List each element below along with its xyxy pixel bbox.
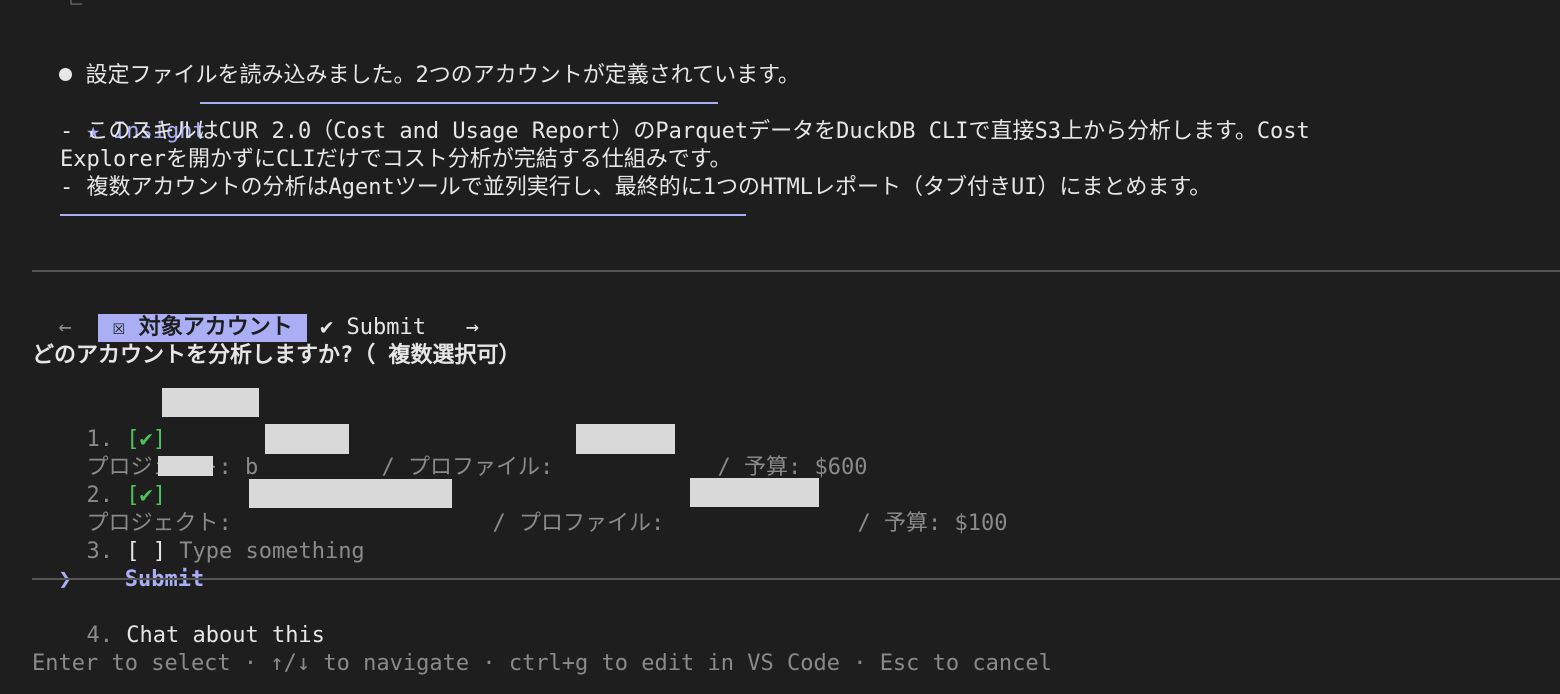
option-3-input[interactable]: Type something <box>179 539 364 564</box>
option-1-profile-redacted <box>576 424 675 454</box>
option-2-budget-value: $100 <box>954 511 1008 536</box>
option-3[interactable]: 3. [ ] Type something <box>60 510 365 564</box>
tab-target-accounts[interactable]: ☒ 対象アカウント <box>98 314 307 342</box>
previous-output-fragment: ⎿ <box>60 0 281 10</box>
chat-option-label[interactable]: Chat about this <box>126 623 325 648</box>
tab-next-arrow-icon[interactable]: → <box>466 315 479 340</box>
question-text: どのアカウントを分析しますか?（ 複数選択可） <box>32 343 521 368</box>
submit-row[interactable]: ❯ Submit <box>32 538 205 592</box>
option-2-budget: / 予算: $100 <box>831 482 1008 536</box>
option-1-profile-label: / プロファイル: <box>381 455 567 480</box>
option-2-name-redacted <box>158 456 213 476</box>
option-2-profile-label: / プロファイル: <box>492 511 678 536</box>
insight-footer-rule <box>60 214 746 216</box>
assistant-message-text: 設定ファイルを読み込みました。2つのアカウントが定義されています。 <box>85 63 800 88</box>
option-1-name-redacted <box>162 388 259 417</box>
assistant-message: 設定ファイルを読み込みました。2つのアカウントが定義されています。 <box>32 34 800 88</box>
prompt-divider-bottom <box>32 578 1560 580</box>
option-1-project-prefix: b <box>245 455 259 480</box>
option-1[interactable]: 1. [✔] <box>60 398 167 452</box>
option-2[interactable]: 2. [✔] <box>60 454 167 508</box>
option-1-budget-label: / 予算: <box>717 455 815 480</box>
option-1-project-redacted <box>265 424 349 454</box>
insight-line-3: - 複数アカウントの分析はAgentツールで並列実行し、最終的に1つのHTMLレ… <box>60 175 1212 200</box>
tab-prev-arrow-icon[interactable]: ← <box>59 315 72 340</box>
prompt-divider-top <box>32 270 1560 272</box>
insight-header: ★ Insight <box>60 90 206 144</box>
option-1-details: プロジェクト: b <box>60 426 259 480</box>
insight-header-rule <box>200 102 718 104</box>
tab-submit[interactable]: ✔ Submit <box>320 315 426 340</box>
checkmark-icon: ✔ <box>320 315 334 340</box>
option-1-budget: / 予算: $600 <box>691 426 868 480</box>
option-2-profile: / プロファイル: <box>466 482 677 536</box>
tab-target-accounts-label: 対象アカウント <box>138 315 293 340</box>
option-1-budget-value: $600 <box>814 455 868 480</box>
option-2-budget-label: / 予算: <box>857 511 955 536</box>
option-2-profile-redacted <box>690 478 819 507</box>
insight-line-2: Explorerを開かずにCLIだけでコスト分析が完結する仕組みです。 <box>60 147 732 172</box>
tab-submit-label: Submit <box>346 315 426 340</box>
option-2-details: プロジェクト: <box>60 482 245 536</box>
option-1-profile: / プロファイル: <box>355 426 566 480</box>
chat-option[interactable]: 4. Chat about this <box>60 594 325 648</box>
tab-checkbox-icon: ☒ <box>112 315 126 340</box>
insight-line-1: - このスキルはCUR 2.0（Cost and Usage Report）のP… <box>60 119 1310 144</box>
tab-bar: ← ☒ 対象アカウント ✔ Submit → <box>32 286 479 342</box>
message-bullet-icon <box>58 67 72 81</box>
keyboard-hint: Enter to select · ↑/↓ to navigate · ctrl… <box>32 651 1052 676</box>
option-2-project-redacted <box>249 479 452 508</box>
chat-option-number: 4. <box>86 623 114 648</box>
